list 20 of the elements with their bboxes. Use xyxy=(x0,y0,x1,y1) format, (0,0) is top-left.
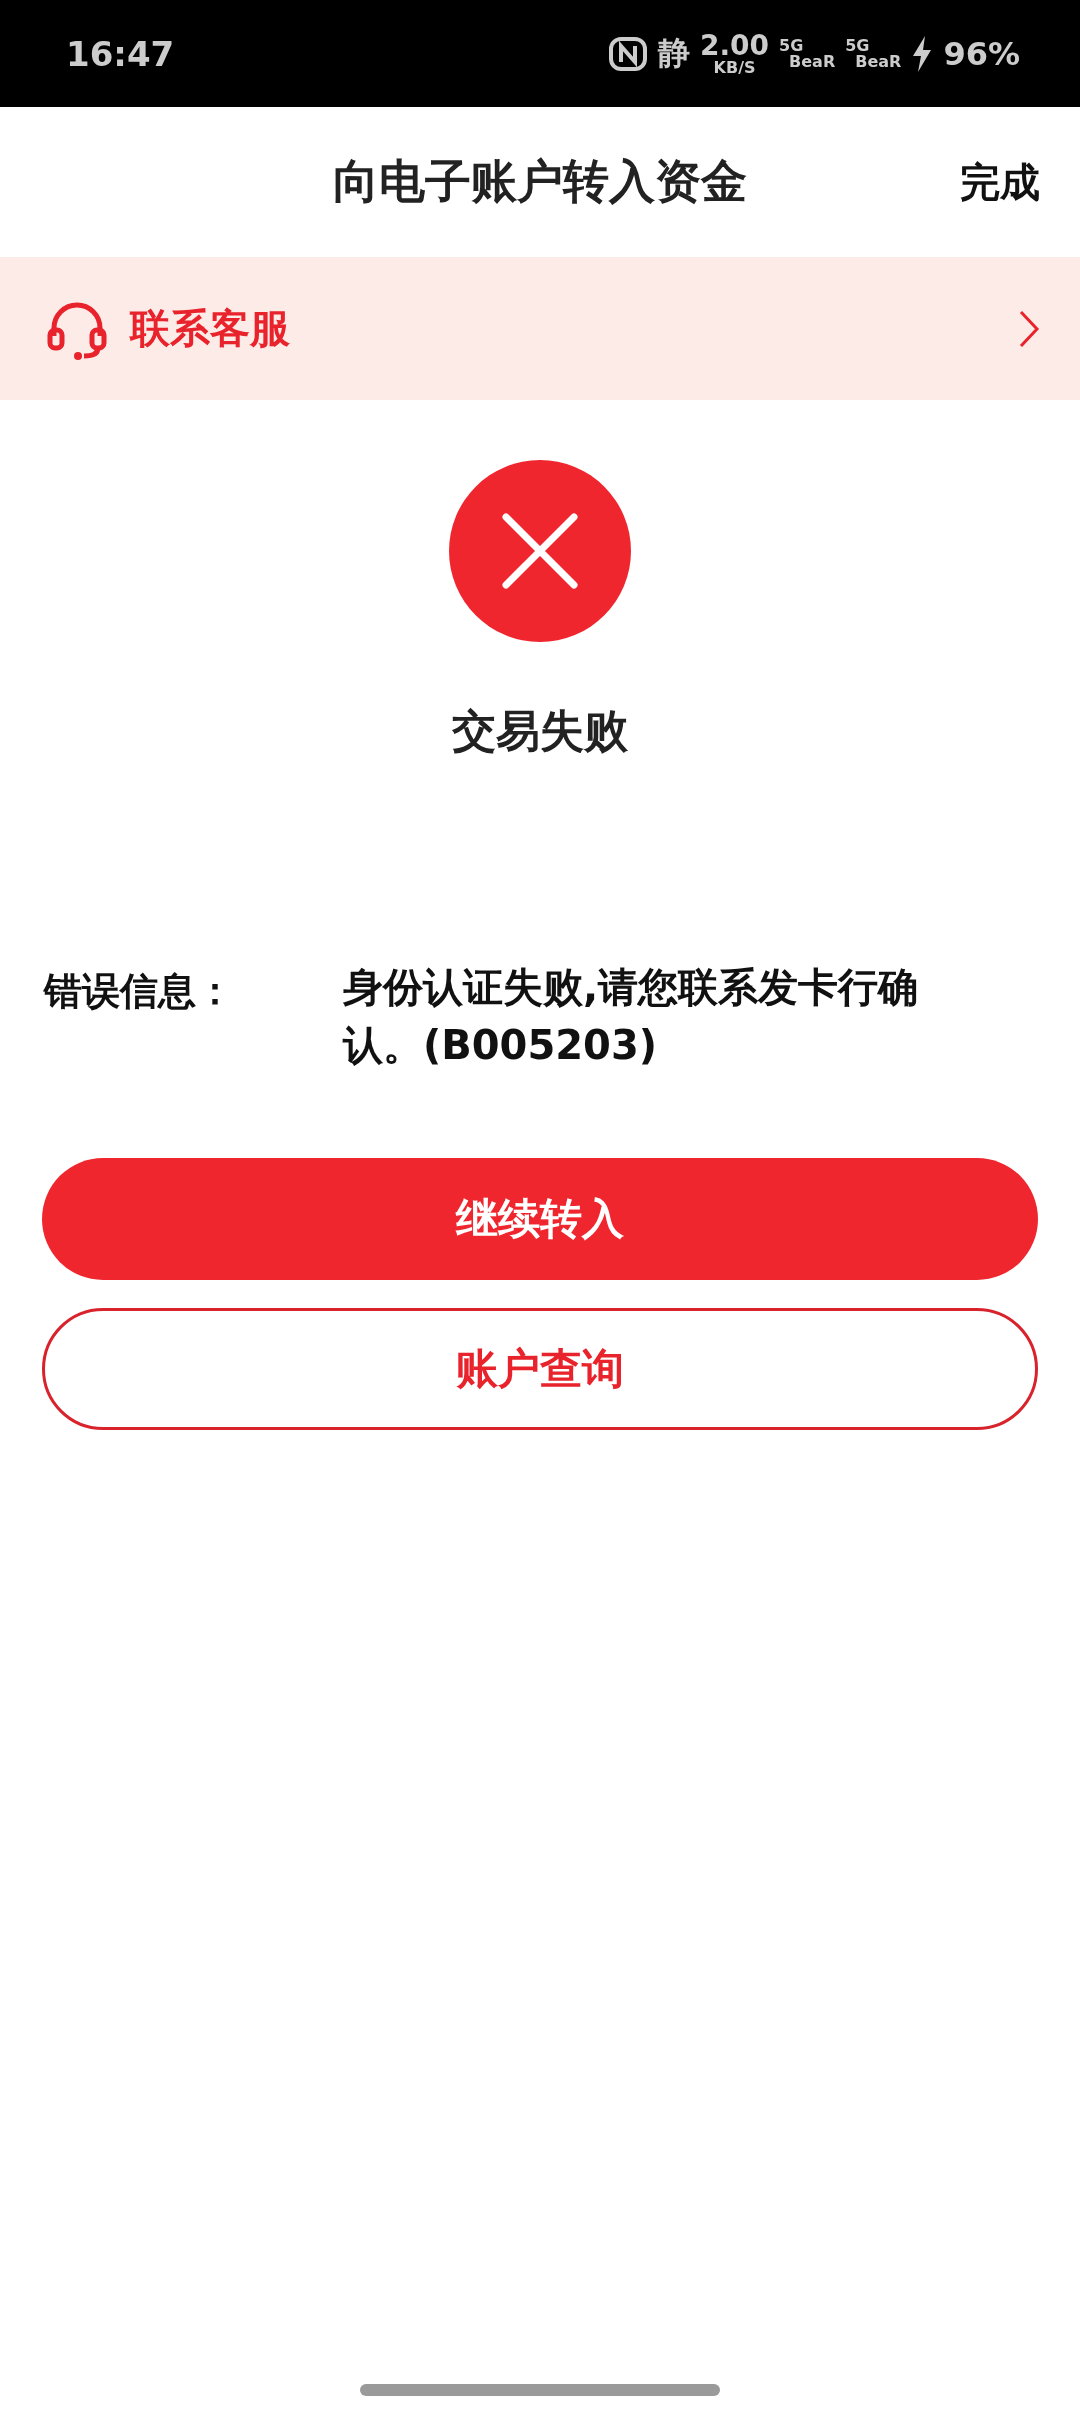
error-message: 身份认证失败,请您联系发卡行确认。(B005203) xyxy=(343,963,920,1070)
account-query-button[interactable]: 账户查询 xyxy=(42,1308,1038,1430)
done-button[interactable]: 完成 xyxy=(960,154,1040,210)
error-label: 错误信息： xyxy=(44,968,235,1015)
result-title: 交易失败 xyxy=(452,704,628,758)
signal-indicator: 5G BeaR xyxy=(845,37,902,70)
home-indicator[interactable] xyxy=(360,2384,720,2396)
signal-indicator: 5G BeaR xyxy=(779,37,836,70)
charging-icon xyxy=(911,35,934,72)
notification-icon xyxy=(607,35,648,72)
status-mode: 静 xyxy=(657,32,690,74)
continue-button[interactable]: 继续转入 xyxy=(42,1158,1038,1280)
chevron-right-icon xyxy=(1018,308,1040,349)
banner-label: 联系客服 xyxy=(130,304,291,353)
page-title: 向电子账户转入资金 xyxy=(333,153,747,210)
battery-level: 96% xyxy=(943,34,1020,73)
error-icon xyxy=(449,460,631,642)
customer-service-banner[interactable]: 联系客服 xyxy=(0,257,1080,400)
status-time: 16:47 xyxy=(66,33,175,74)
network-speed: 2.00 KB/S xyxy=(699,31,770,76)
